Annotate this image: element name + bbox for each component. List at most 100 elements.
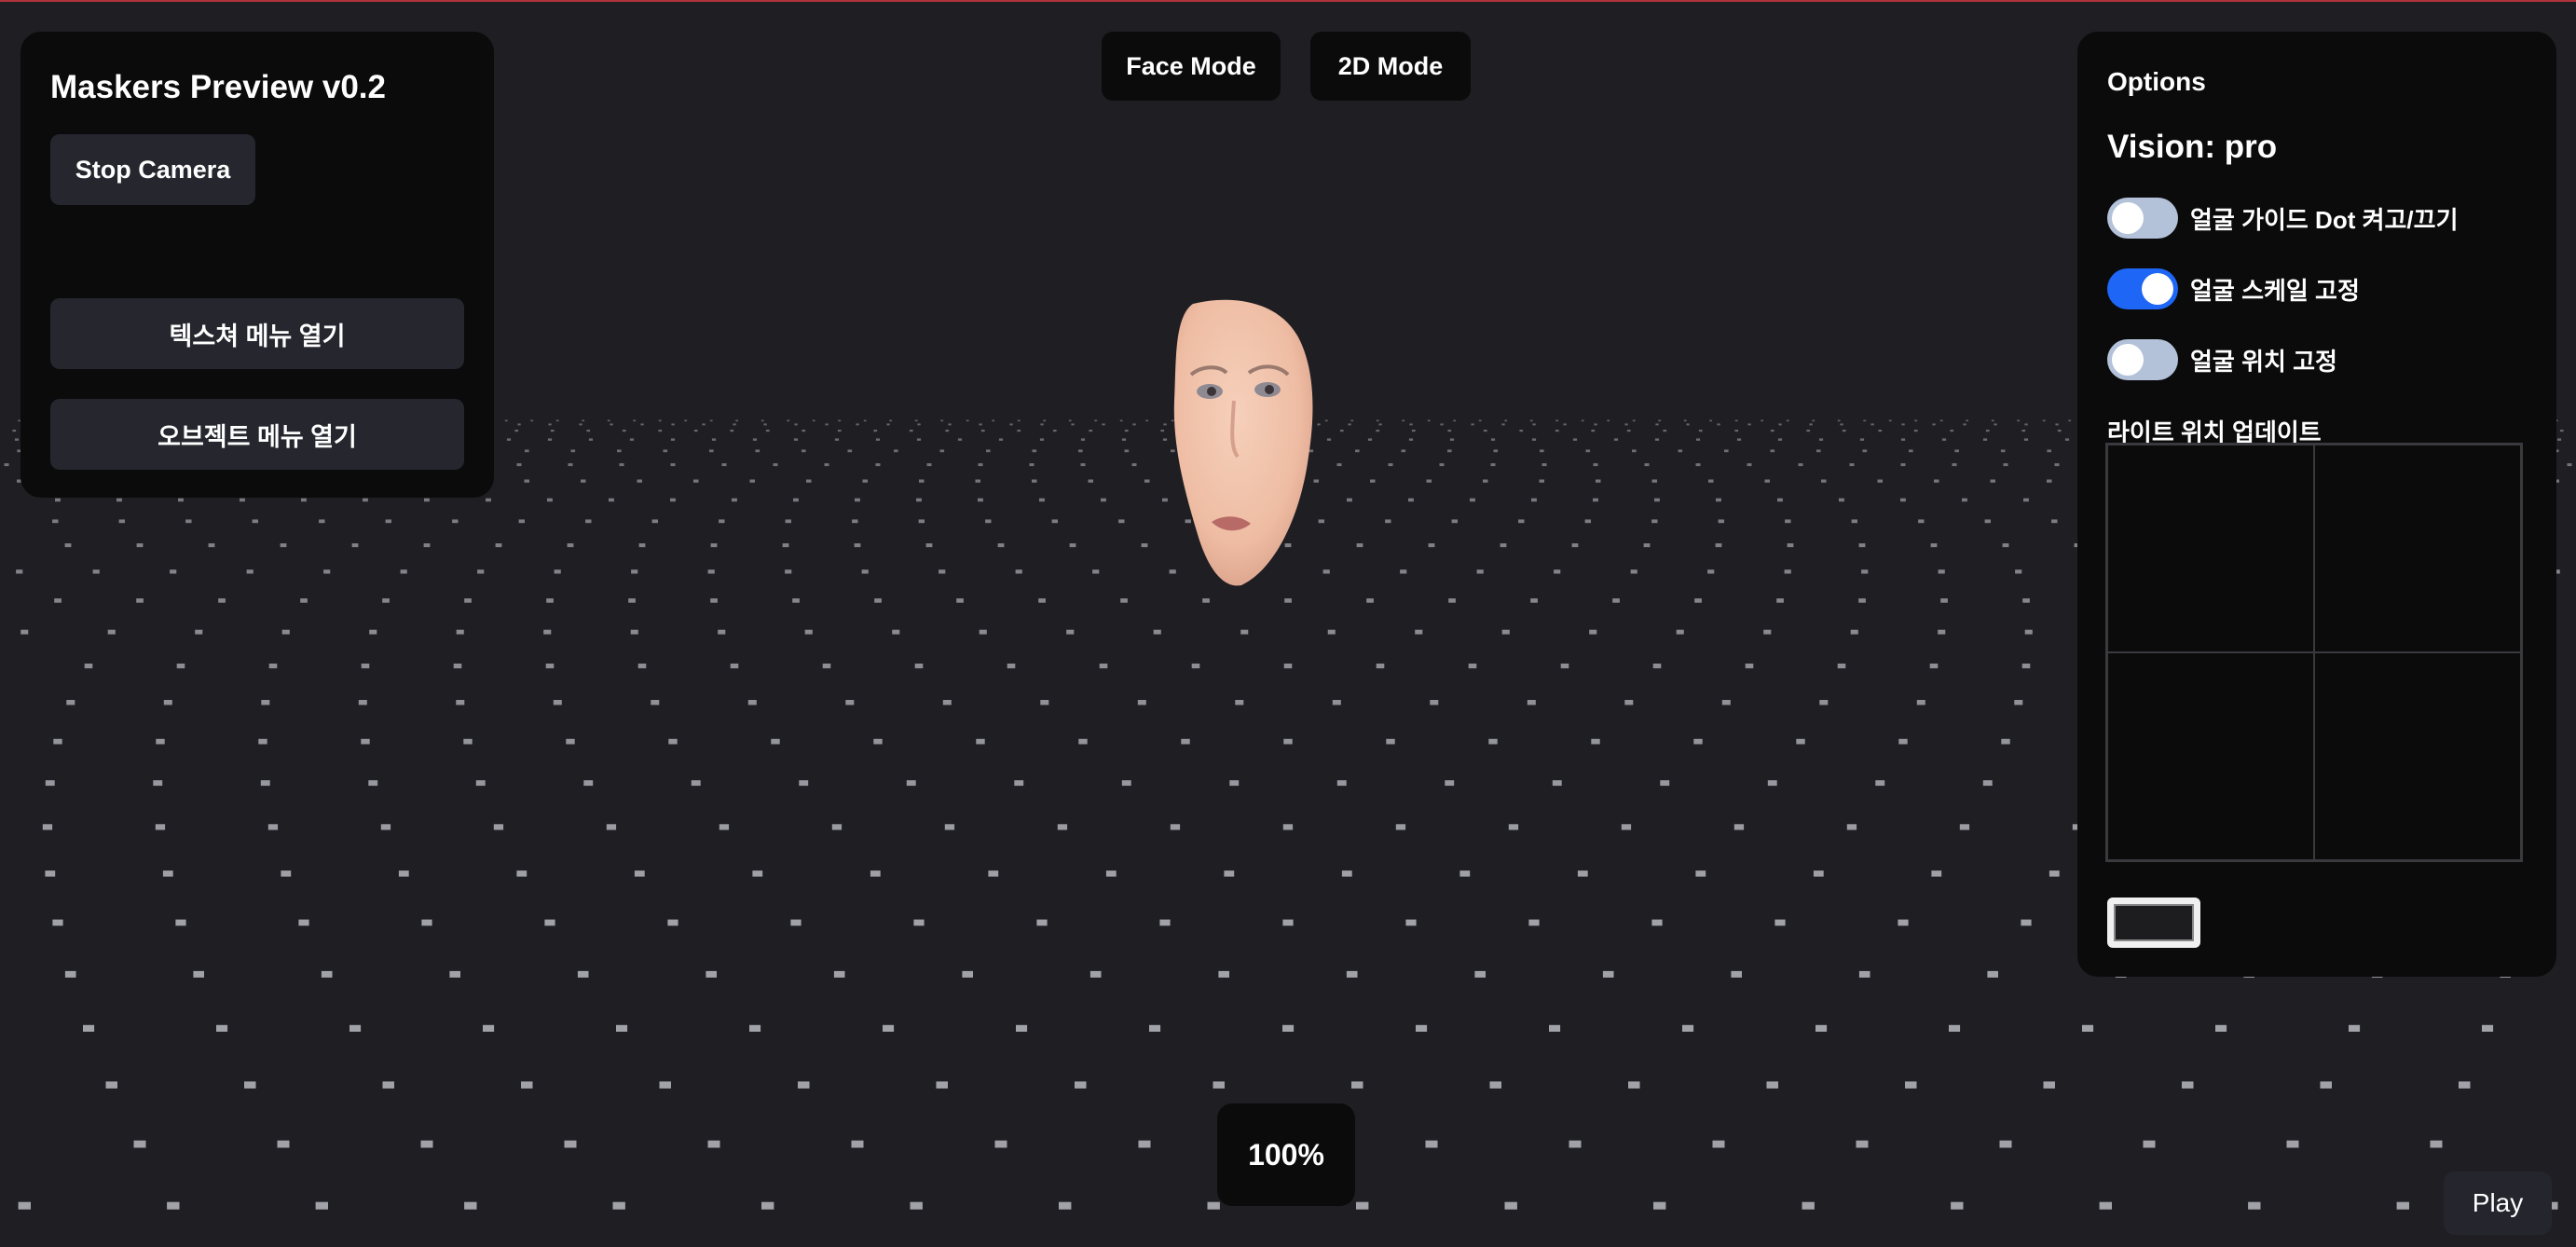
floor-dot <box>1951 1201 1964 1210</box>
face-mode-button[interactable]: Face Mode <box>1102 32 1281 101</box>
floor-dot <box>735 419 739 422</box>
guide-dot-toggle[interactable] <box>2107 198 2178 239</box>
floor-dot <box>910 1201 923 1210</box>
floor-dot <box>260 780 270 787</box>
light-pad-top-left[interactable] <box>2107 445 2314 652</box>
floor-dot <box>1877 479 1883 483</box>
floor-dot <box>218 598 226 603</box>
floor-dot <box>1240 629 1249 635</box>
floor-dot <box>670 463 676 467</box>
floor-dot <box>1613 438 1619 441</box>
floor-dot <box>658 419 662 422</box>
floor-dot <box>1327 629 1336 635</box>
floor-dot <box>1632 449 1637 453</box>
light-pad-bottom-right[interactable] <box>2314 652 2521 860</box>
light-position-pad[interactable] <box>2105 443 2523 862</box>
floor-dot <box>1678 449 1683 453</box>
floor-dot <box>852 519 858 524</box>
floor-dot <box>1409 423 1413 426</box>
floor-dot <box>1224 870 1235 877</box>
stop-camera-button[interactable]: Stop Camera <box>50 134 255 205</box>
floor-dot <box>609 498 614 502</box>
floor-dot <box>2001 738 2010 745</box>
face-position-lock-toggle[interactable] <box>2107 339 2178 380</box>
floor-dot <box>1939 419 1943 422</box>
floor-dot <box>155 824 166 830</box>
floor-dot <box>1385 519 1391 524</box>
floor-dot <box>875 438 881 441</box>
light-color-swatch[interactable] <box>2107 898 2200 948</box>
floor-dot <box>659 1081 671 1089</box>
floor-dot <box>268 664 278 669</box>
light-pad-bottom-left[interactable] <box>2107 652 2314 860</box>
floor-dot <box>579 423 582 426</box>
light-pad-top-right[interactable] <box>2314 445 2521 652</box>
floor-dot <box>1170 824 1181 830</box>
floor-dot <box>1770 449 1775 453</box>
floor-dot <box>1149 1024 1161 1032</box>
play-button[interactable]: Play <box>2444 1172 2552 1235</box>
floor-dot <box>719 824 730 830</box>
floor-dot <box>1602 970 1614 978</box>
floor-dot <box>1370 479 1376 483</box>
floor-dot <box>1408 438 1414 441</box>
floor-dot <box>917 423 921 426</box>
floor-dot <box>926 463 932 467</box>
floor-dot <box>1235 700 1244 706</box>
floor-dot <box>1057 824 1068 830</box>
floor-dot <box>1124 430 1129 432</box>
floor-dot <box>1596 479 1601 483</box>
floor-dot <box>21 629 29 635</box>
floor-dot <box>136 543 144 548</box>
toggle-row-face-scale: 얼굴 스케일 고정 <box>2107 268 2360 309</box>
floor-dot <box>1016 1024 1028 1032</box>
floor-dot <box>942 700 952 706</box>
texture-menu-button[interactable]: 텍스쳐 메뉴 열기 <box>50 298 464 369</box>
floor-dot <box>1875 780 1885 787</box>
floor-dot <box>670 498 676 502</box>
floor-dot <box>992 419 995 422</box>
floor-dot <box>1846 824 1857 830</box>
floor-dot <box>298 919 309 926</box>
floor-dot <box>2248 1201 2261 1210</box>
floor-dot <box>1736 438 1742 441</box>
floor-dot <box>1332 700 1341 706</box>
floor-dot <box>1356 543 1363 548</box>
floor-dot <box>585 519 592 524</box>
floor-dot <box>1770 430 1774 432</box>
floor-dot <box>1990 479 1995 483</box>
floor-dot <box>919 479 925 483</box>
floor-dot <box>1761 419 1764 422</box>
floor-dot <box>178 498 184 502</box>
floor-dot <box>855 498 860 502</box>
object-menu-button[interactable]: 오브젝트 메뉴 열기 <box>50 399 464 470</box>
floor-dot <box>277 1140 290 1148</box>
2d-mode-button[interactable]: 2D Mode <box>1310 32 1471 101</box>
floor-dot <box>1837 419 1841 422</box>
floor-dot <box>702 423 706 426</box>
floor-dot <box>1721 700 1731 706</box>
floor-dot <box>940 419 944 422</box>
floor-dot <box>382 1081 394 1089</box>
floor-dot <box>1555 430 1559 432</box>
floor-dot <box>1861 569 1869 574</box>
floor-dot <box>718 629 726 635</box>
floor-dot <box>1594 423 1597 426</box>
floor-dot <box>2286 1140 2299 1148</box>
floor-dot <box>1626 430 1631 432</box>
floor-dot <box>2556 438 2562 441</box>
floor-dot <box>2082 1024 2094 1032</box>
floor-dot <box>637 479 642 483</box>
floor-dot <box>1326 438 1332 441</box>
floor-dot <box>382 598 390 603</box>
floor-dot <box>1470 498 1475 502</box>
floor-dot <box>45 780 55 787</box>
floor-dot <box>1051 519 1058 524</box>
guide-dot-label: 얼굴 가이드 Dot 켜고/끄기 <box>2190 205 2459 234</box>
floor-dot <box>52 519 59 524</box>
floor-dot <box>2215 1024 2227 1032</box>
face-scale-lock-toggle[interactable] <box>2107 268 2178 309</box>
floor-dot <box>280 543 287 548</box>
floor-dot <box>1733 824 1745 830</box>
floor-dot <box>1324 419 1328 422</box>
